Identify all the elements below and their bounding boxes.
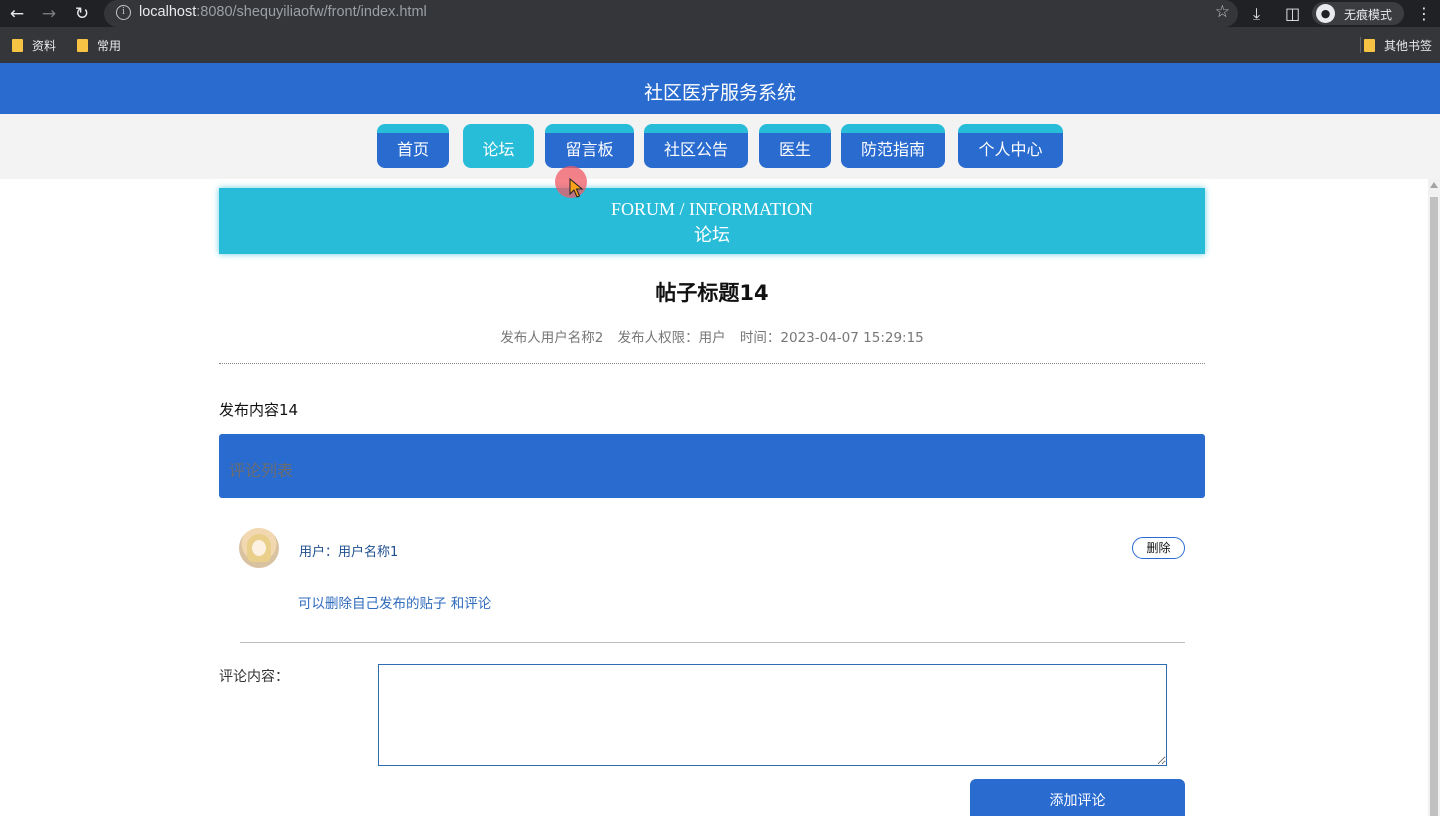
divider: [219, 363, 1205, 364]
nav-home[interactable]: 首页: [377, 124, 449, 168]
incognito-icon: ●: [1316, 4, 1335, 23]
bookmarks-bar: 资料 常用 其他书签: [0, 27, 1440, 63]
forum-banner: FORUM / INFORMATION 论坛: [219, 188, 1205, 254]
post-content: 发布内容14: [219, 401, 299, 419]
other-bookmarks[interactable]: 其他书签: [1364, 37, 1432, 54]
mouse-cursor-icon: [569, 178, 583, 198]
banner-title-en: FORUM / INFORMATION: [610, 199, 814, 219]
incognito-label: 无痕模式: [1344, 8, 1393, 22]
bookmark-folder-2[interactable]: 常用: [77, 37, 121, 54]
post-meta: 发布人用户名称2 发布人权限：用户 时间：2023-04-07 15:29:15: [0, 326, 1424, 346]
nav-personal-center[interactable]: 个人中心: [958, 124, 1063, 168]
main-nav: 首页 论坛 留言板 社区公告 医生 防范指南 个人中心: [0, 114, 1440, 179]
address-bar[interactable]: i localhost:8080/shequyiliaofw/front/ind…: [104, 0, 1238, 27]
site-header: 社区医疗服务系统: [0, 63, 1440, 114]
comment-input-label: 评论内容：: [219, 669, 289, 685]
post-author: 发布人用户名称2: [500, 330, 604, 346]
add-comment-button[interactable]: 添加评论: [970, 779, 1185, 816]
nav-message-board[interactable]: 留言板: [545, 124, 634, 168]
scroll-up-icon[interactable]: [1430, 182, 1438, 188]
back-icon[interactable]: ←: [6, 3, 28, 25]
post-permission: 发布人权限：用户: [617, 330, 726, 346]
post-title: 帖子标题14: [655, 281, 769, 305]
avatar: [239, 528, 279, 568]
divider: [240, 642, 1185, 643]
comment-input[interactable]: [378, 664, 1167, 766]
avatar-face: [252, 540, 266, 556]
scroll-thumb[interactable]: [1430, 197, 1438, 816]
forward-icon[interactable]: →: [38, 3, 60, 25]
comment-text: 可以删除自己发布的贴子 和评论: [298, 596, 492, 612]
side-panel-icon[interactable]: ◫: [1285, 3, 1300, 25]
reload-icon[interactable]: ↻: [71, 3, 93, 25]
nav-announcements[interactable]: 社区公告: [644, 124, 748, 168]
page-scrollbar[interactable]: [1428, 179, 1440, 816]
comment-list-header: 评论列表: [219, 434, 1205, 498]
incognito-badge[interactable]: ● 无痕模式: [1312, 2, 1404, 25]
comment-list-label: 评论列表: [229, 461, 294, 480]
bookmarks-separator: [1360, 37, 1361, 53]
folder-icon: [12, 39, 23, 52]
bookmark-folder-1[interactable]: 资料: [12, 37, 56, 54]
comment-user: 用户：用户名称1: [299, 545, 399, 560]
folder-icon: [77, 39, 88, 52]
nav-prevention-guide[interactable]: 防范指南: [841, 124, 945, 168]
banner-title-cn: 论坛: [694, 225, 730, 246]
site-info-icon[interactable]: i: [116, 5, 131, 20]
post-time: 时间：2023-04-07 15:29:15: [739, 330, 924, 346]
site-title: 社区医疗服务系统: [643, 82, 796, 104]
delete-comment-button[interactable]: 删除: [1132, 537, 1185, 559]
folder-icon: [1364, 39, 1375, 52]
nav-forum[interactable]: 论坛: [463, 124, 534, 168]
menu-kebab-icon[interactable]: ⋮: [1416, 3, 1432, 25]
nav-doctors[interactable]: 医生: [759, 124, 831, 168]
url-text[interactable]: localhost:8080/shequyiliaofw/front/index…: [139, 4, 427, 20]
download-icon[interactable]: ⤓: [1253, 3, 1260, 25]
bookmark-star-icon[interactable]: ☆: [1215, 2, 1230, 22]
browser-toolbar: ← → ↻ i localhost:8080/shequyiliaofw/fro…: [0, 0, 1440, 27]
